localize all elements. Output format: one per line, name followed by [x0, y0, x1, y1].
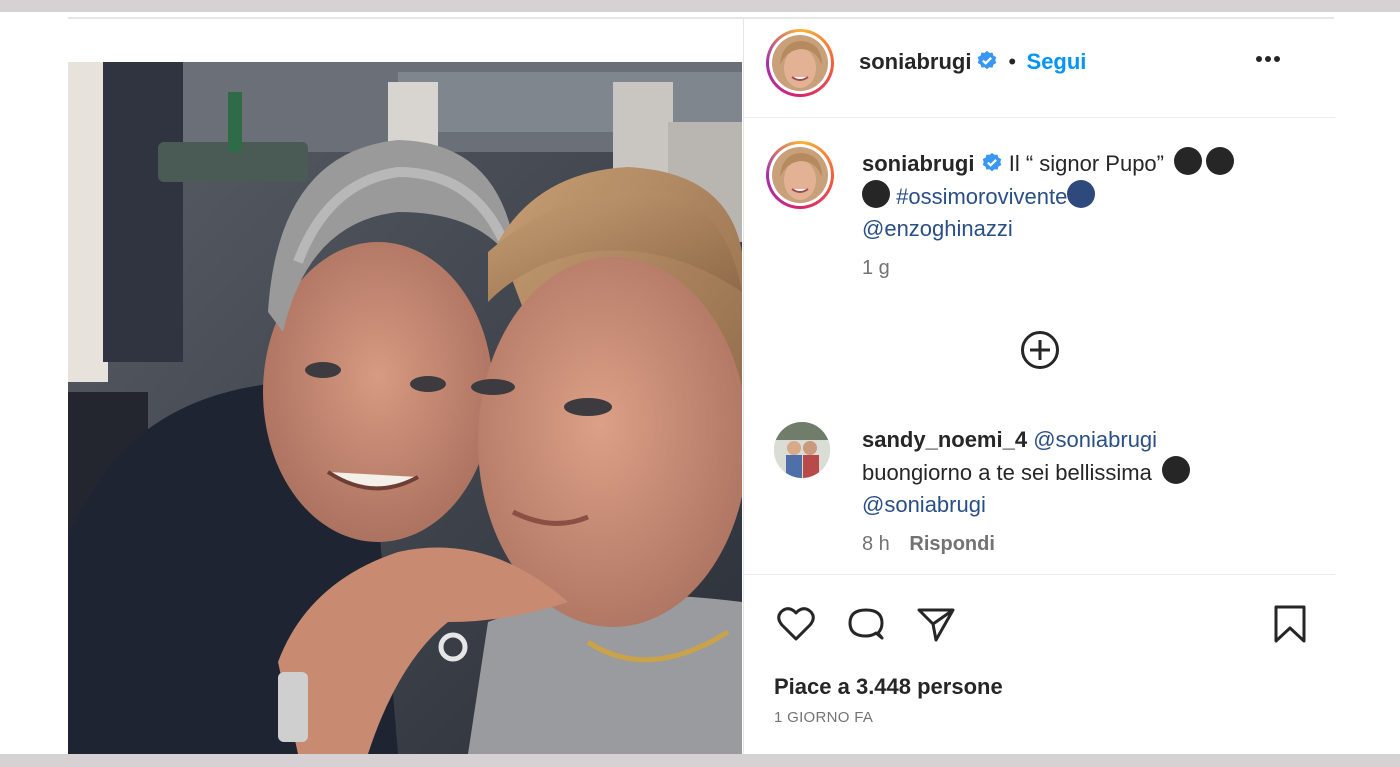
more-options-icon[interactable] — [1256, 49, 1288, 62]
post-date: 1 GIORNO FA — [774, 709, 874, 726]
black-circle-emoji — [1174, 147, 1203, 175]
black-circle-emoji — [1206, 147, 1235, 175]
caption-timestamp: 1 g — [862, 257, 890, 279]
caption-text: Il “ signor Pupo” — [1008, 151, 1164, 176]
black-circle-emoji — [862, 180, 890, 208]
load-more-comments-icon[interactable] — [1020, 330, 1060, 370]
commenter-username[interactable]: sandy_noemi_4 — [862, 427, 1027, 452]
caption-hashtag[interactable]: #ossimorovivente — [896, 184, 1067, 209]
comment-icon[interactable] — [844, 602, 888, 646]
post-side-panel: soniabrugi • Segui soniabrugi Il “ signo… — [743, 19, 1335, 754]
header-divider — [744, 117, 1335, 118]
post-header: soniabrugi • Segui — [859, 49, 1086, 75]
verified-badge-icon — [982, 152, 1001, 172]
black-circle-emoji — [1161, 456, 1190, 484]
actions-divider — [744, 574, 1335, 575]
share-icon[interactable] — [914, 602, 958, 646]
page-frame-bottom — [0, 754, 1400, 767]
reply-button[interactable]: Rispondi — [909, 533, 995, 555]
post-caption: soniabrugi Il “ signor Pupo” #ossimorovi… — [862, 147, 1302, 245]
commenter-avatar[interactable] — [774, 422, 830, 478]
post-action-bar — [774, 602, 1306, 646]
caption-author-avatar[interactable] — [766, 141, 834, 209]
bookmark-icon[interactable] — [1268, 602, 1312, 646]
likes-count[interactable]: Piace a 3.448 persone — [774, 674, 1003, 700]
blue-circle-emoji — [1067, 180, 1096, 208]
comment-text: buongiorno a te sei bellissima — [862, 460, 1152, 485]
follow-button[interactable]: Segui — [1027, 49, 1087, 74]
comment-body: sandy_noemi_4 @soniabrugi buongiorno a t… — [862, 424, 1302, 521]
comment-meta: 8 h Rispondi — [862, 533, 995, 556]
comment-mention-2[interactable]: @soniabrugi — [862, 492, 986, 517]
caption-author-username[interactable]: soniabrugi — [862, 151, 974, 176]
comment-timestamp: 8 h — [862, 533, 890, 555]
page-frame-top — [0, 0, 1400, 12]
author-username[interactable]: soniabrugi — [859, 49, 971, 74]
comment-mention[interactable]: @soniabrugi — [1033, 427, 1157, 452]
author-avatar[interactable] — [766, 29, 834, 97]
heart-icon[interactable] — [774, 602, 818, 646]
verified-badge-icon — [977, 50, 997, 70]
post-photo[interactable] — [68, 62, 742, 754]
separator-dot: • — [1008, 49, 1017, 74]
caption-mention[interactable]: @enzoghinazzi — [862, 216, 1013, 241]
